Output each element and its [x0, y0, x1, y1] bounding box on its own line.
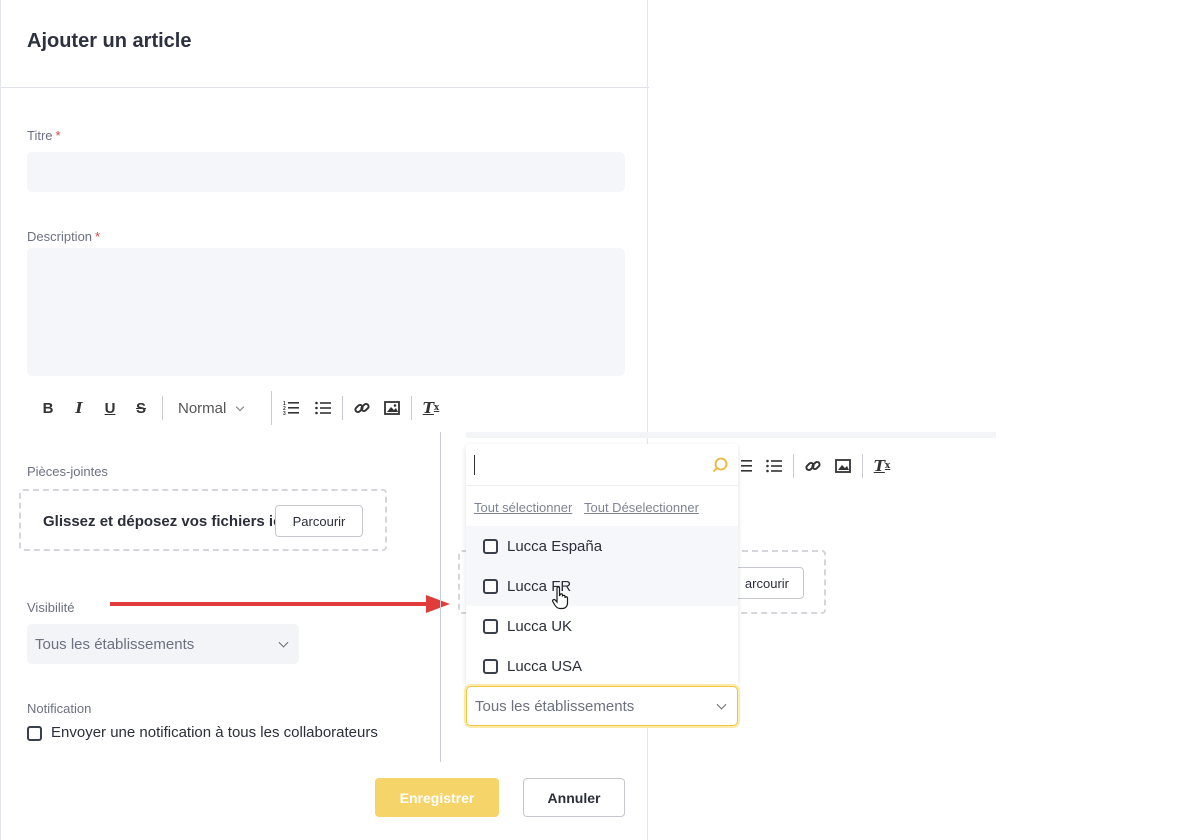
page-title: Ajouter un article	[27, 30, 192, 52]
image-icon	[835, 459, 851, 473]
annotation-arrow	[110, 602, 428, 606]
selected-value: Tous les établissements	[475, 697, 635, 715]
format-select[interactable]: Normal	[169, 395, 265, 421]
option-label: Lucca España	[507, 537, 603, 555]
editor-toolbar: B I U S Normal 123 Tx	[35, 391, 444, 425]
link-button[interactable]	[800, 453, 826, 479]
visibility-select[interactable]: Tous les établissements	[27, 624, 299, 664]
option-checkbox[interactable]	[483, 538, 498, 554]
image-button[interactable]	[379, 395, 405, 421]
option-checkbox[interactable]	[483, 578, 498, 594]
ordered-list-icon: 123	[283, 401, 299, 416]
dropdown-option[interactable]: Lucca USA	[466, 646, 738, 686]
inset-divider	[440, 432, 441, 762]
file-dropzone[interactable]: Glissez et déposez vos fichiers ici Parc…	[19, 489, 387, 551]
toolbar-separator	[162, 396, 163, 420]
save-button[interactable]: Enregistrer	[375, 778, 499, 817]
italic-button[interactable]: I	[66, 395, 92, 421]
toolbar-separator	[342, 396, 343, 420]
clear-format-button[interactable]: Tx	[418, 395, 444, 421]
option-label: Lucca UK	[507, 617, 573, 635]
description-label: Description *	[27, 229, 101, 244]
visibility-value: Tous les établissements	[35, 635, 195, 653]
toolbar-separator	[862, 454, 863, 478]
attachments-label: Pièces-jointes	[27, 464, 108, 479]
header-divider	[1, 87, 649, 88]
option-checkbox[interactable]	[483, 658, 498, 674]
ordered-list-button[interactable]: 123	[278, 395, 304, 421]
svg-text:3: 3	[283, 411, 286, 416]
dropdown-divider	[466, 485, 738, 486]
bullet-list-button[interactable]	[310, 395, 336, 421]
browse-button[interactable]: Parcourir	[275, 505, 363, 537]
dropdown-option[interactable]: Lucca UK	[466, 606, 738, 646]
notification-checkbox[interactable]	[27, 726, 42, 741]
text-cursor	[474, 455, 475, 475]
clear-format-button[interactable]: Tx	[869, 453, 895, 479]
bullet-list-button[interactable]	[761, 453, 787, 479]
annotation-arrow-head	[426, 595, 450, 613]
toolbar-separator	[271, 391, 272, 425]
visibility-select-open[interactable]: Tous les établissements	[466, 686, 738, 726]
bullet-list-icon	[766, 459, 782, 473]
visibility-label: Visibilité	[27, 600, 75, 615]
link-icon	[354, 402, 370, 414]
hand-cursor-icon	[552, 586, 570, 615]
dropdown-option[interactable]: Lucca FR	[466, 566, 738, 606]
toolbar-separator	[411, 396, 412, 420]
dropzone-text: Glissez et déposez vos fichiers ici	[43, 513, 286, 530]
dropdown-search-input[interactable]	[466, 444, 738, 486]
image-button[interactable]	[830, 453, 856, 479]
image-icon	[384, 401, 400, 415]
deselect-all-link[interactable]: Tout Déselectionner	[584, 500, 699, 515]
option-label: Lucca USA	[507, 657, 583, 675]
link-button[interactable]	[349, 395, 375, 421]
select-all-link[interactable]: Tout sélectionner	[474, 500, 572, 515]
search-icon	[712, 457, 728, 478]
toolbar-separator	[793, 454, 794, 478]
bold-button[interactable]: B	[35, 395, 61, 421]
strikethrough-button[interactable]: S	[128, 395, 154, 421]
inset-editor-strip	[466, 432, 996, 438]
chevron-down-icon	[278, 637, 289, 648]
ordered-list-icon	[741, 460, 752, 472]
title-label: Titre *	[27, 128, 61, 143]
option-checkbox[interactable]	[483, 618, 498, 634]
bullet-list-icon	[315, 401, 331, 415]
underline-button[interactable]: U	[97, 395, 123, 421]
chevron-down-icon	[716, 699, 727, 710]
cancel-button[interactable]: Annuler	[523, 778, 625, 817]
inset-editor-toolbar: Tx	[731, 453, 895, 479]
notification-checkbox-label: Envoyer une notification à tous les coll…	[51, 724, 378, 741]
description-editor[interactable]	[27, 248, 625, 376]
link-icon	[805, 460, 821, 472]
title-input[interactable]	[27, 152, 625, 192]
notification-label: Notification	[27, 701, 92, 716]
chevron-down-icon	[235, 402, 245, 412]
dropdown-option[interactable]: Lucca España	[466, 526, 738, 566]
